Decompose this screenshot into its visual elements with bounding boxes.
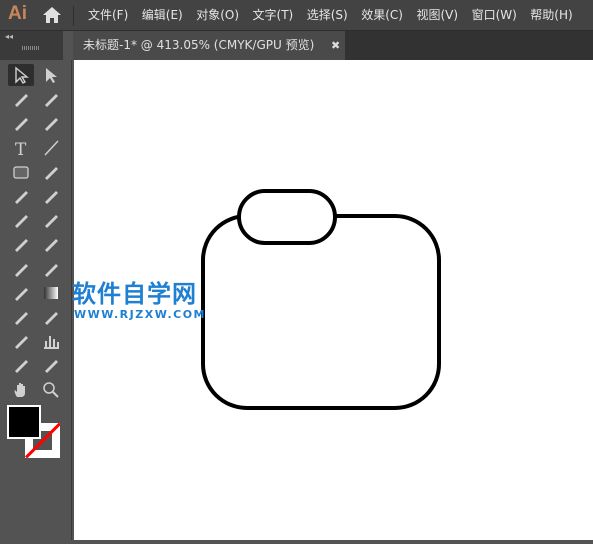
puppet-warp-tool[interactable] bbox=[38, 233, 64, 255]
divider bbox=[73, 6, 74, 26]
eraser-icon bbox=[45, 191, 58, 204]
type-icon: T bbox=[15, 140, 27, 157]
warp-icon bbox=[15, 239, 28, 253]
curvature-tool[interactable] bbox=[38, 112, 64, 134]
menu-item[interactable]: 选择(S) bbox=[307, 0, 348, 30]
watermark: 软件自学网 WWW.RJZXW.COM bbox=[72, 280, 206, 321]
gradient-icon bbox=[44, 286, 58, 299]
tab-bar: 未标题-1* @ 413.05% (CMYK/GPU 预览) ✖ bbox=[73, 31, 593, 60]
warp-tool[interactable] bbox=[8, 233, 34, 255]
puppet-warp-icon bbox=[45, 239, 58, 253]
menu-item[interactable]: 视图(V) bbox=[416, 0, 458, 30]
menu-item[interactable]: 对象(O) bbox=[196, 0, 239, 30]
zoom-tool[interactable] bbox=[38, 379, 64, 401]
selection-tool[interactable] bbox=[8, 64, 34, 86]
mesh-tool[interactable] bbox=[8, 282, 34, 304]
pen-tool[interactable] bbox=[8, 112, 34, 134]
symbol-sprayer-icon bbox=[15, 336, 28, 350]
eyedropper-icon bbox=[15, 312, 28, 325]
line-segment-tool[interactable] bbox=[38, 137, 64, 159]
toolbar-header: ◂◂ bbox=[0, 31, 63, 60]
home-icon[interactable] bbox=[42, 6, 62, 28]
perspective-grid-icon bbox=[45, 263, 58, 277]
bag-body-shape[interactable] bbox=[201, 214, 441, 410]
artboard-tool[interactable] bbox=[8, 354, 34, 376]
tools-panel: T bbox=[0, 60, 72, 540]
scale-tool[interactable] bbox=[38, 209, 64, 231]
eraser-tool[interactable] bbox=[38, 185, 64, 207]
reflect-icon bbox=[15, 215, 28, 229]
menu-item[interactable]: 编辑(E) bbox=[142, 0, 183, 30]
rectangle-tool[interactable] bbox=[8, 161, 34, 183]
document-tab[interactable]: 未标题-1* @ 413.05% (CMYK/GPU 预览) ✖ bbox=[73, 31, 345, 60]
lasso-icon bbox=[45, 94, 58, 108]
menu-item[interactable]: 文字(T) bbox=[253, 0, 294, 30]
slice-icon bbox=[45, 360, 58, 374]
bag-handle-shape[interactable] bbox=[237, 189, 337, 245]
app-logo: Ai bbox=[8, 3, 27, 24]
zoom-icon bbox=[43, 381, 59, 398]
menu-item[interactable]: 效果(C) bbox=[361, 0, 403, 30]
watermark-title: 软件自学网 bbox=[72, 280, 197, 308]
collapse-icon[interactable]: ◂◂ bbox=[5, 32, 13, 41]
rectangle-icon bbox=[13, 166, 29, 179]
eyedropper-tool[interactable] bbox=[8, 306, 34, 328]
selection-icon bbox=[15, 66, 29, 84]
type-tool[interactable]: T bbox=[8, 137, 34, 159]
shaper-icon bbox=[15, 191, 28, 204]
mesh-icon bbox=[15, 287, 28, 301]
hand-tool[interactable] bbox=[8, 379, 34, 401]
fill-swatch[interactable] bbox=[7, 405, 41, 439]
main-menu: 文件(F) 编辑(E) 对象(O) 文字(T) 选择(S) 效果(C) 视图(V) 窗口(W)… bbox=[88, 0, 586, 30]
menu-item[interactable]: 帮助(H) bbox=[530, 0, 572, 30]
svg-text:T: T bbox=[15, 140, 27, 157]
curvature-icon bbox=[45, 118, 58, 132]
menu-bar: Ai 文件(F) 编辑(E) 对象(O) 文字(T) 选择(S) 效果(C) 视图(V) 窗口… bbox=[0, 0, 593, 31]
lasso-tool[interactable] bbox=[38, 88, 64, 110]
menu-item[interactable]: 文件(F) bbox=[88, 0, 128, 30]
grip-handle[interactable] bbox=[22, 46, 40, 50]
magic-wand-tool[interactable] bbox=[8, 88, 34, 110]
slice-tool[interactable] bbox=[38, 354, 64, 376]
shape-builder-tool[interactable] bbox=[8, 258, 34, 280]
blend-icon bbox=[45, 312, 58, 325]
reflect-tool[interactable] bbox=[8, 209, 34, 231]
perspective-grid-tool[interactable] bbox=[38, 258, 64, 280]
close-tab-icon[interactable]: ✖ bbox=[331, 31, 340, 60]
watermark-url: WWW.RJZXW.COM bbox=[74, 308, 206, 321]
scale-icon bbox=[45, 215, 58, 229]
gradient-tool[interactable] bbox=[38, 282, 64, 304]
line-segment-icon bbox=[44, 140, 59, 156]
symbol-sprayer-tool[interactable] bbox=[8, 330, 34, 352]
artboard-icon bbox=[15, 360, 28, 374]
shape-builder-icon bbox=[15, 263, 28, 277]
shaper-tool[interactable] bbox=[8, 185, 34, 207]
direct-selection-icon bbox=[46, 68, 57, 83]
menu-item[interactable]: 窗口(W) bbox=[472, 0, 517, 30]
magic-wand-icon bbox=[15, 94, 28, 108]
hand-icon bbox=[14, 382, 25, 397]
direct-selection-tool[interactable] bbox=[38, 64, 64, 86]
column-graph-icon bbox=[44, 336, 59, 350]
tab-title: 未标题-1* @ 413.05% (CMYK/GPU 预览) bbox=[83, 38, 315, 52]
column-graph-tool[interactable] bbox=[38, 330, 64, 352]
paintbrush-icon bbox=[45, 166, 58, 180]
blend-tool[interactable] bbox=[38, 306, 64, 328]
paintbrush-tool[interactable] bbox=[38, 161, 64, 183]
pen-icon bbox=[15, 118, 28, 132]
